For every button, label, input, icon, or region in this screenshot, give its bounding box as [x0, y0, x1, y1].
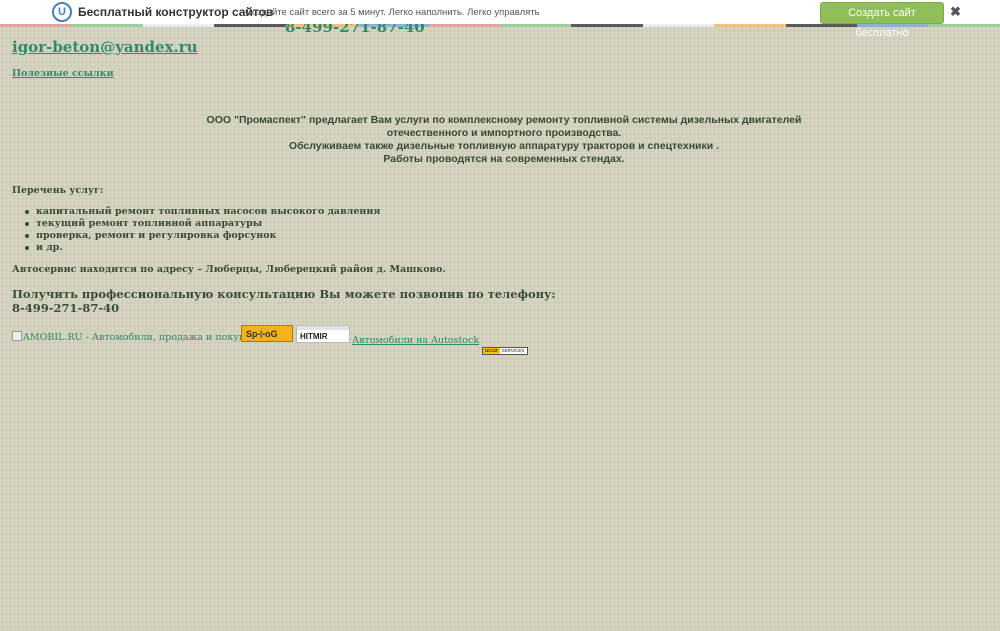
intro-text: ООО "Промаспект" предлагает Вам услуги п… [200, 114, 808, 166]
services-title: Перечень услуг: [12, 185, 104, 196]
close-icon[interactable]: ✖ [950, 4, 961, 20]
stripe-segment [71, 24, 143, 27]
intro-line: ООО "Промаспект" предлагает Вам услуги п… [206, 114, 802, 126]
ucoz-badge-left: UCOZ [483, 348, 500, 354]
ucoz-badge-right: SERVICES [501, 348, 525, 353]
consult-phone: 8-499-271-87-40 [12, 301, 120, 315]
promo-subtitle: Создайте сайт всего за 5 минут. Легко на… [245, 7, 540, 18]
stripe-segment [499, 24, 572, 27]
list-item: капитальный ремонт топливных насосов выс… [24, 206, 381, 217]
stripe-segment [714, 24, 786, 27]
broken-image-icon [12, 331, 22, 341]
services-list: капитальный ремонт топливных насосов выс… [24, 206, 381, 254]
stripe-segment [571, 24, 643, 27]
hitmir-counter[interactable]: HITMIR [296, 325, 350, 343]
stripe-segment [642, 24, 715, 27]
address-text: Автосервис находится по адресу – Люберцы… [12, 264, 446, 275]
stripe-segment [857, 24, 929, 27]
autostock-link[interactable]: Автомобили на Autostock [352, 335, 479, 346]
list-item: текущий ремонт топливной аппаратуры [24, 218, 380, 230]
spylog-counter[interactable]: Sp⊹oG [241, 325, 293, 342]
intro-line: Работы проводятся на современных стендах… [383, 153, 625, 165]
ucoz-logo-icon[interactable]: U [52, 2, 72, 22]
intro-line: отечественного и импортного производства… [386, 127, 622, 139]
list-item: и др. [24, 242, 380, 254]
list-item: проверка, ремонт и регулировка форсунок [24, 230, 380, 242]
stripe-segment [928, 24, 1000, 27]
color-stripe [0, 24, 1000, 27]
stripe-segment [785, 24, 858, 27]
intro-line: Обслуживаем также дизельные топливную ап… [288, 140, 720, 152]
stripe-segment [142, 24, 215, 27]
stripe-segment [214, 24, 286, 27]
promo-bar: U Бесплатный конструктор сайтов Создайте… [0, 0, 1000, 39]
consult-text: Получить профессиональную консультацию В… [12, 287, 556, 301]
email-link[interactable]: igor-beton@yandex.ru [12, 38, 198, 56]
stripe-segment [0, 24, 72, 27]
useful-links-link[interactable]: Полезные ссылки [12, 68, 114, 79]
stripe-segment [428, 24, 500, 27]
ucoz-services-badge[interactable]: UCOZ SERVICES [482, 347, 528, 355]
create-site-button[interactable]: Создать сайт бесплатно [820, 2, 944, 39]
promo-title[interactable]: Бесплатный конструктор сайтов [78, 5, 273, 19]
